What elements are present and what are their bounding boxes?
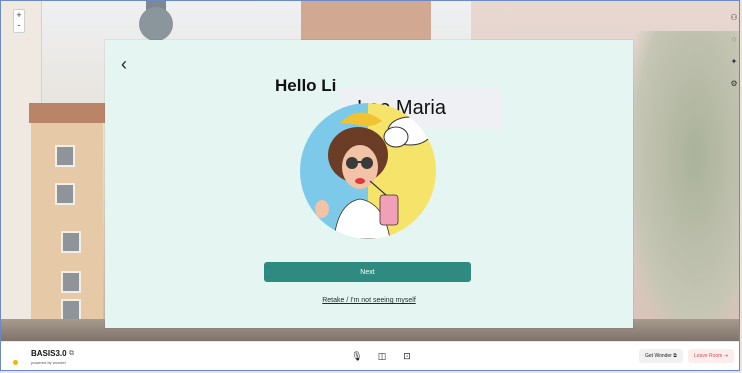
chat-icon[interactable]: ◌: [729, 35, 739, 57]
zoom-in-button[interactable]: +: [14, 10, 24, 20]
greeting-text: Hello Li: [275, 76, 337, 95]
side-toolbar: ⚇ ◌ ✦ ⚙: [729, 13, 739, 101]
next-button[interactable]: Next: [264, 262, 471, 282]
exit-icon: ⇥: [723, 353, 728, 359]
zoom-out-button[interactable]: -: [14, 20, 24, 30]
leave-room-button[interactable]: Leave Room ⇥: [688, 349, 734, 363]
camera-icon[interactable]: ◫: [375, 349, 389, 363]
window: [61, 231, 81, 253]
screenshare-icon[interactable]: ⊡: [400, 349, 414, 363]
greeting-row: Hello Li Leo Maria: [105, 68, 633, 130]
name-confirmation-modal: ‹ Hello Li Leo Maria Next Retake / I'm n…: [105, 40, 633, 328]
room-name: BASIS3.0: [31, 349, 67, 358]
building-roof-center: [301, 1, 431, 41]
window: [55, 183, 75, 205]
star-icon[interactable]: ✦: [729, 57, 739, 79]
app-window: + - ⚇ ◌ ✦ ⚙ ‹ Hello Li Leo Maria Next Re…: [0, 0, 740, 371]
powered-by-text: powered by wonder: [31, 360, 66, 365]
bottom-toolbar: BASIS3.0 ⧉ powered by wonder 🎙 ◫ ⊡ Get W…: [1, 341, 739, 370]
get-wonder-label: Get Wonder: [645, 353, 672, 359]
zoom-control[interactable]: + -: [13, 9, 25, 33]
get-wonder-button[interactable]: Get Wonder ⧉: [639, 349, 683, 363]
retake-link[interactable]: Retake / I'm not seeing myself: [105, 297, 633, 304]
roof: [29, 103, 105, 123]
avatar: [300, 103, 436, 239]
window: [55, 145, 75, 167]
window: [61, 299, 81, 321]
window: [61, 271, 81, 293]
external-link-icon: ⧉: [673, 353, 677, 359]
copy-icon[interactable]: ⧉: [69, 350, 74, 358]
building-facade: [29, 103, 105, 341]
tower-dome: [139, 7, 173, 41]
status-dot: [13, 360, 18, 365]
people-icon[interactable]: ⚇: [729, 13, 739, 35]
tree: [623, 31, 739, 341]
settings-icon[interactable]: ⚙: [729, 79, 739, 101]
microphone-icon[interactable]: 🎙: [350, 349, 364, 363]
leave-room-label: Leave Room: [694, 353, 723, 359]
avatar-illustration: [315, 112, 433, 239]
